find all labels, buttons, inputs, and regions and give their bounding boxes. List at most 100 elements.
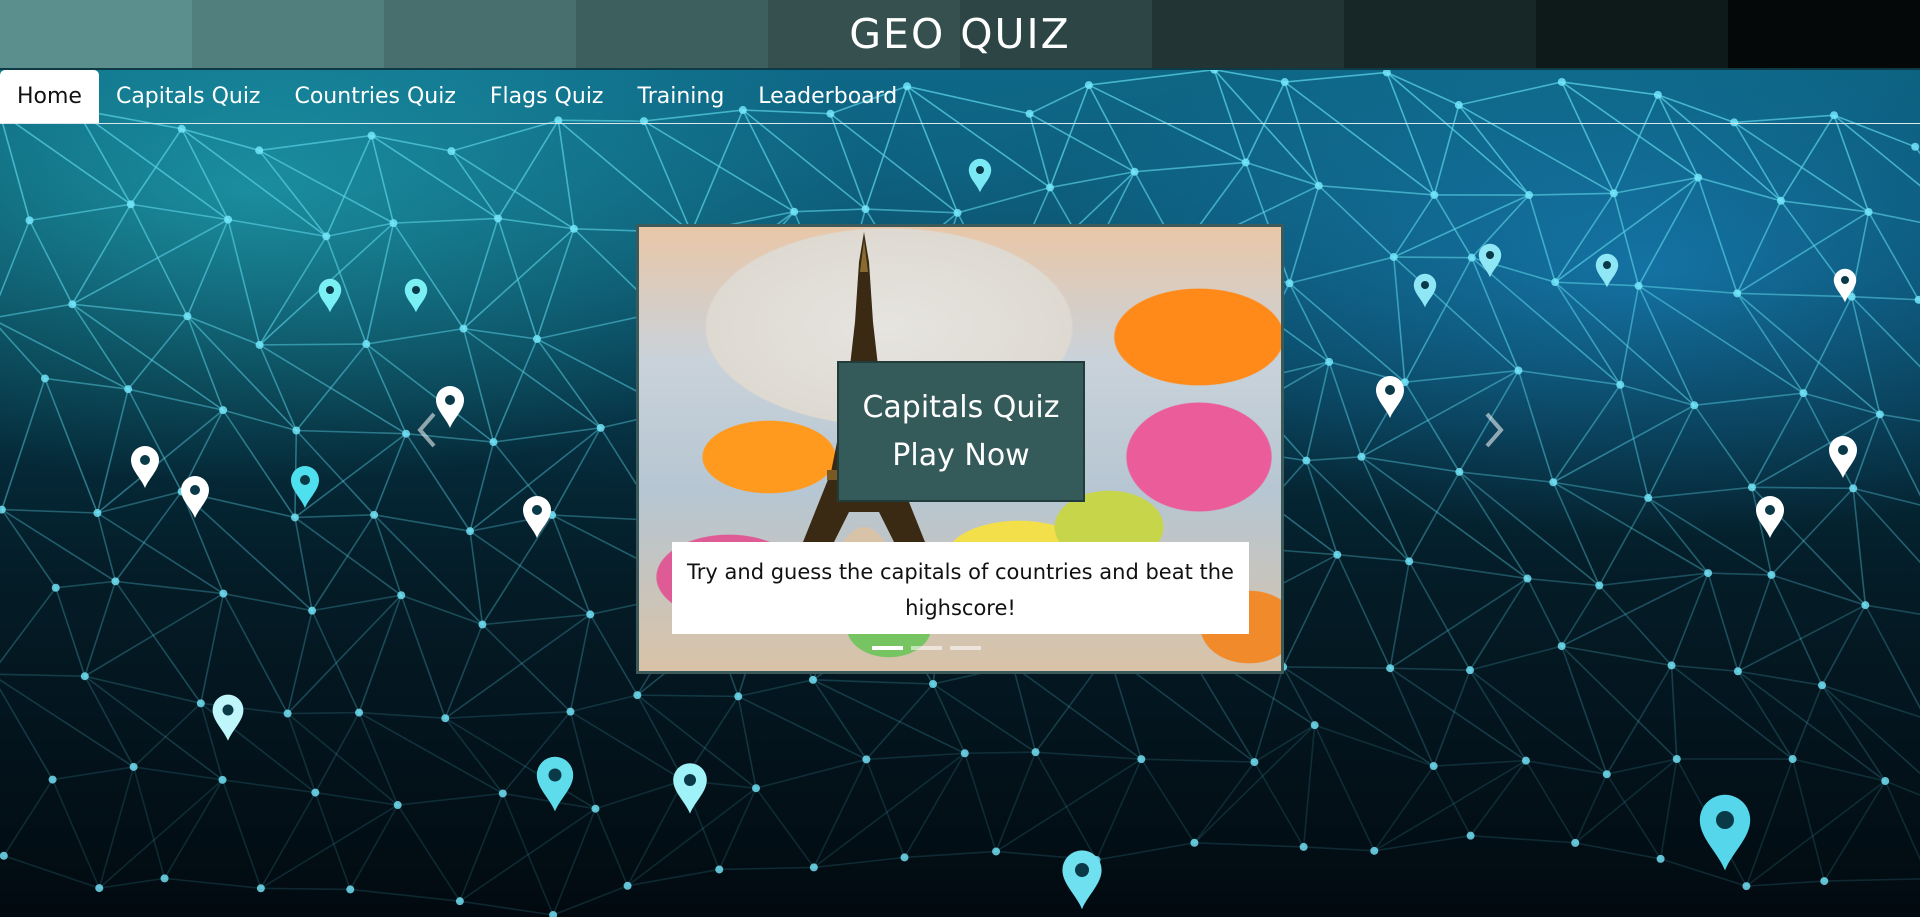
mesh-line [0, 112, 31, 221]
mesh-line [1408, 560, 1471, 671]
mesh-line [349, 804, 399, 890]
mesh-node [494, 214, 503, 223]
mesh-line [1433, 759, 1526, 767]
mesh-line [1525, 759, 1607, 775]
mesh-line [551, 514, 591, 615]
mesh-line [1554, 281, 1621, 386]
mesh-node [1609, 189, 1618, 198]
mesh-line [469, 531, 484, 625]
mesh-line [1374, 834, 1471, 852]
mesh-node [1616, 380, 1625, 389]
mesh-line [1737, 670, 1823, 687]
nav-home[interactable]: Home [0, 70, 99, 123]
mesh-line [459, 793, 504, 902]
mesh-line [1606, 773, 1662, 860]
mesh-node [355, 708, 364, 717]
nav-training[interactable]: Training [620, 70, 741, 123]
mesh-node [533, 335, 542, 344]
mesh-line [1459, 471, 1554, 484]
mesh-line [1707, 572, 1739, 672]
mesh-line [1529, 192, 1614, 196]
mesh-line [1253, 761, 1305, 848]
carousel: Capitals Quiz Play Now Try and guess the… [636, 224, 1284, 674]
map-pin-icon [536, 756, 574, 812]
nav-capitals-quiz[interactable]: Capitals Quiz [99, 70, 278, 123]
mesh-node [596, 423, 605, 432]
mesh-node [900, 853, 909, 862]
play-capitals-quiz-button[interactable]: Capitals Quiz Play Now [837, 361, 1085, 502]
mesh-node [1314, 181, 1323, 190]
mesh-line [84, 592, 224, 677]
mesh-line [1670, 572, 1709, 666]
mesh-node [311, 788, 320, 797]
mesh-line [1850, 296, 1881, 415]
mesh-line [462, 328, 495, 443]
mesh-line [1469, 669, 1608, 775]
mesh-line [0, 111, 132, 205]
mesh-line [1619, 384, 1649, 499]
mesh-line [1884, 780, 1920, 796]
mesh-node [591, 804, 600, 813]
mesh-line [359, 711, 446, 720]
mesh-node [292, 426, 301, 435]
mesh-node [1325, 357, 1334, 366]
mesh-line [469, 530, 591, 616]
card-title: Capitals Quiz [862, 389, 1060, 425]
mesh-node [1644, 493, 1653, 502]
mesh-node [219, 406, 228, 415]
carousel-indicator[interactable] [872, 646, 903, 650]
mesh-node [1690, 401, 1699, 410]
mesh-node [93, 508, 102, 517]
mesh-line [481, 514, 553, 625]
mesh-node [752, 784, 761, 793]
mesh-node [1704, 569, 1713, 578]
mesh-line [1527, 577, 1600, 587]
mesh-node [1733, 667, 1742, 676]
carousel-indicator[interactable] [911, 646, 942, 650]
mesh-line [1282, 666, 1316, 726]
carousel-next-button[interactable] [1474, 405, 1514, 455]
mesh-line [72, 303, 188, 317]
mesh-node [1046, 183, 1055, 192]
mesh-node [1602, 770, 1611, 779]
nav-countries-quiz[interactable]: Countries Quiz [277, 70, 472, 123]
mesh-line [133, 702, 202, 768]
mesh-line [1313, 724, 1376, 852]
chevron-left-icon [417, 412, 436, 448]
main-nav: Home Capitals Quiz Countries Quiz Flags … [0, 70, 1920, 124]
mesh-node [1386, 664, 1395, 673]
mesh-line [450, 150, 575, 230]
mesh-node [1130, 167, 1139, 176]
mesh-line [1305, 361, 1330, 461]
mesh-line [865, 208, 958, 214]
mesh-line [44, 378, 99, 514]
mesh-line [76, 108, 229, 221]
mesh-line [260, 792, 317, 889]
mesh-node [466, 527, 475, 536]
site-title[interactable]: GEO QUIZ [0, 0, 1920, 68]
mesh-line [0, 587, 57, 664]
carousel-indicator[interactable] [950, 646, 981, 650]
mesh-line [1852, 414, 1881, 489]
mesh-node [1241, 158, 1250, 167]
mesh-line [71, 303, 129, 390]
mesh-node [549, 911, 558, 917]
nav-leaderboard[interactable]: Leaderboard [741, 70, 914, 123]
mesh-line [1302, 725, 1316, 847]
mesh-node [1405, 557, 1414, 566]
mesh-node [459, 324, 468, 333]
mesh-line [1852, 488, 1867, 606]
carousel-prev-button[interactable] [407, 405, 447, 455]
mesh-line [1471, 194, 1530, 259]
mesh-line [55, 587, 86, 677]
mesh-line [1737, 670, 1794, 760]
mesh-line [287, 594, 402, 715]
mesh-line [794, 208, 866, 213]
nav-flags-quiz[interactable]: Flags Quiz [473, 70, 621, 123]
mesh-node [1370, 846, 1379, 855]
mesh-line [459, 808, 596, 902]
mesh-node [124, 385, 133, 394]
mesh-line [1361, 456, 1460, 473]
mesh-node [862, 755, 871, 764]
mesh-node [129, 762, 138, 771]
